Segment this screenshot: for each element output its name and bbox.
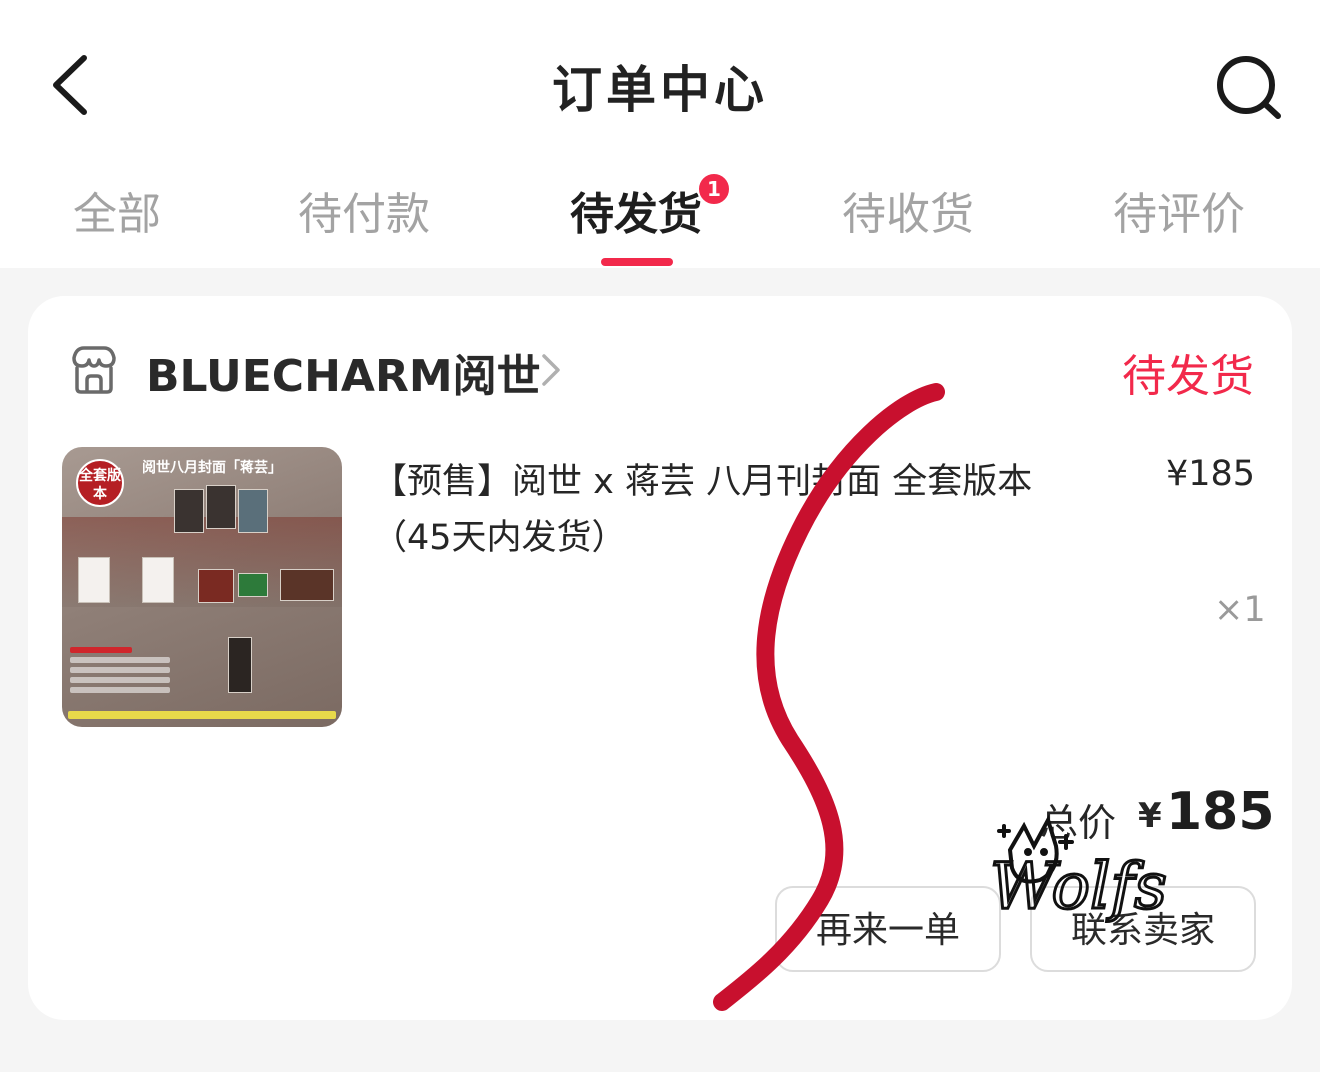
total-price: 185 [1166, 782, 1275, 842]
contact-seller-button[interactable]: 联系卖家 [1030, 886, 1256, 972]
tab-pending-receipt[interactable]: 待收货 [842, 178, 974, 242]
card-image [198, 569, 234, 603]
store-icon [72, 346, 116, 394]
thumbnail-footer [68, 711, 336, 719]
magazine-image [174, 489, 204, 533]
tab-all[interactable]: 全部 [73, 178, 161, 242]
shop-name-link[interactable]: BLUECHARM阅世 [146, 340, 541, 404]
polaroid-image [78, 557, 110, 603]
product-price: ¥185 [1166, 454, 1256, 494]
order-status: 待发货 [1122, 351, 1254, 402]
order-tabs: 全部 待付款 待发货 待收货 待评价 [0, 178, 1320, 268]
thumbnail-list [70, 647, 170, 699]
tab-pending-shipment[interactable]: 待发货 [570, 178, 702, 242]
card-image [238, 573, 268, 597]
tab-pending-payment[interactable]: 待付款 [298, 178, 430, 242]
total-currency: ¥ [1138, 796, 1162, 836]
product-quantity: ×1 [1214, 590, 1266, 630]
magazine-image [238, 489, 268, 533]
polaroid-image [142, 557, 174, 603]
chevron-right-icon[interactable] [540, 352, 562, 388]
card-image [280, 569, 334, 601]
top-bar: 订单中心 全部 待付款 待发货 待收货 待评价 [0, 0, 1320, 268]
search-icon[interactable] [1214, 54, 1284, 120]
product-thumbnail[interactable]: 阅世八月封面「蒋芸」 全套版本 [62, 447, 342, 727]
thumbnail-title: 阅世八月封面「蒋芸」 [142, 460, 282, 476]
thumbnail-badge: 全套版本 [76, 459, 124, 507]
active-tab-indicator [601, 258, 673, 266]
page-title: 订单中心 [552, 61, 768, 119]
tab-count-badge: 1 [697, 172, 731, 206]
total-label: 总价 [1040, 801, 1117, 845]
tab-pending-review[interactable]: 待评价 [1113, 178, 1245, 242]
bookmark-image [228, 637, 252, 693]
product-title[interactable]: 【预售】阅世 x 蒋芸 八月刊封面 全套版本（45天内发货） [372, 454, 1092, 566]
magazine-image [206, 485, 236, 529]
reorder-button[interactable]: 再来一单 [775, 886, 1001, 972]
